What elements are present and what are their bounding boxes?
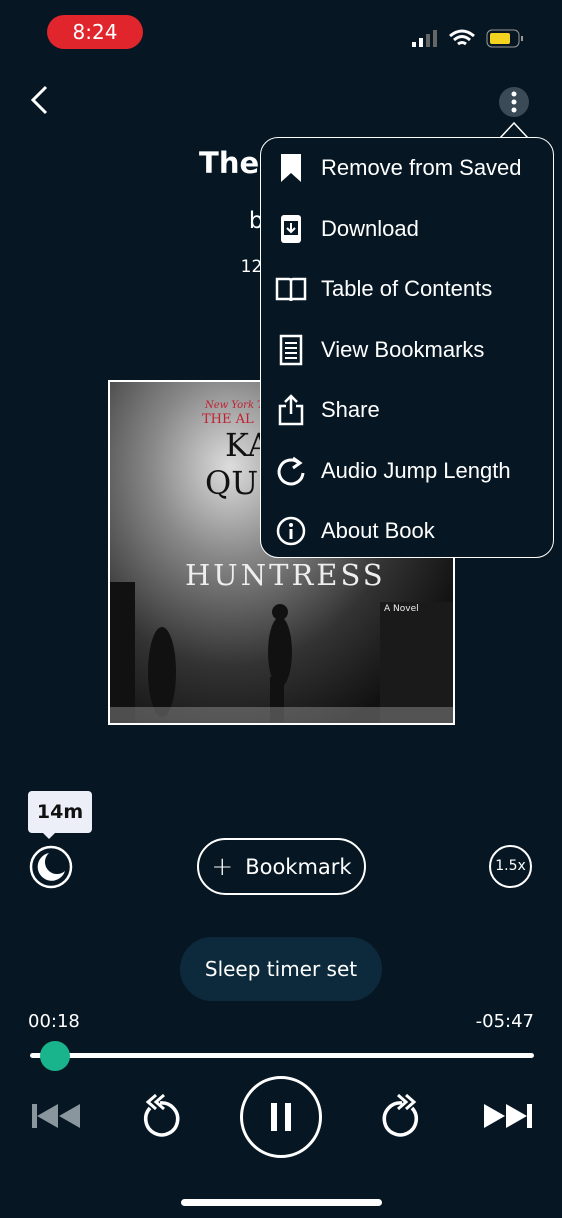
- playback-speed-button[interactable]: 1.5x: [489, 845, 532, 888]
- skip-next-icon[interactable]: [482, 1098, 532, 1134]
- add-bookmark-button[interactable]: + Bookmark: [197, 838, 366, 895]
- list-icon: [279, 334, 303, 366]
- menu-item-share[interactable]: Share: [261, 380, 551, 440]
- fast-forward-icon[interactable]: [378, 1092, 424, 1140]
- status-icons: [412, 29, 523, 48]
- menu-item-audio-jump-length[interactable]: Audio Jump Length: [261, 441, 551, 501]
- cover-author: QU: [205, 464, 259, 502]
- menu-item-remove-from-saved[interactable]: Remove from Saved: [261, 138, 551, 198]
- menu-item-download[interactable]: Download: [261, 199, 551, 259]
- skip-previous-icon[interactable]: [32, 1098, 82, 1134]
- sleep-timer-moon-icon[interactable]: [29, 845, 73, 889]
- cover-subtitle: A Novel: [384, 604, 419, 614]
- download-icon: [281, 215, 301, 243]
- plus-icon: +: [211, 851, 234, 882]
- progress-thumb[interactable]: [40, 1041, 71, 1071]
- remaining-time: -05:47: [475, 1011, 534, 1032]
- tooltip-pointer: [42, 832, 56, 839]
- menu-item-table-of-contents[interactable]: Table of Contents: [261, 259, 551, 319]
- menu-item-label: Download: [321, 216, 419, 241]
- bookmark-label: Bookmark: [245, 854, 352, 879]
- info-icon: [276, 516, 306, 546]
- menu-item-label: Share: [321, 397, 380, 422]
- rewind-icon[interactable]: [138, 1092, 184, 1140]
- cover-line: THE AL: [202, 412, 254, 427]
- menu-item-label: Remove from Saved: [321, 155, 522, 180]
- elapsed-time: 00:18: [28, 1011, 80, 1032]
- share-icon: [278, 394, 304, 426]
- progress-slider[interactable]: [30, 1053, 534, 1058]
- book-open-icon: [275, 277, 307, 302]
- pause-button[interactable]: [240, 1076, 322, 1158]
- bookmark-filled-icon: [281, 154, 301, 182]
- home-indicator: [181, 1199, 382, 1206]
- pause-icon: [271, 1103, 291, 1131]
- menu-item-label: Table of Contents: [321, 276, 493, 301]
- toast-message: Sleep timer set: [180, 937, 382, 1001]
- more-options-icon[interactable]: [498, 86, 530, 118]
- menu-item-view-bookmarks[interactable]: View Bookmarks: [261, 320, 551, 380]
- menu-item-label: Audio Jump Length: [321, 458, 511, 483]
- options-menu: Remove from Saved Download Table of Cont…: [260, 137, 554, 558]
- menu-item-label: About Book: [321, 518, 435, 543]
- rotate-icon: [277, 456, 305, 486]
- menu-item-label: View Bookmarks: [321, 337, 485, 362]
- back-icon[interactable]: [28, 84, 52, 116]
- sleep-timer-tooltip: 14m: [28, 791, 92, 833]
- menu-item-about-book[interactable]: About Book: [261, 501, 551, 561]
- status-time: 8:24: [47, 15, 143, 49]
